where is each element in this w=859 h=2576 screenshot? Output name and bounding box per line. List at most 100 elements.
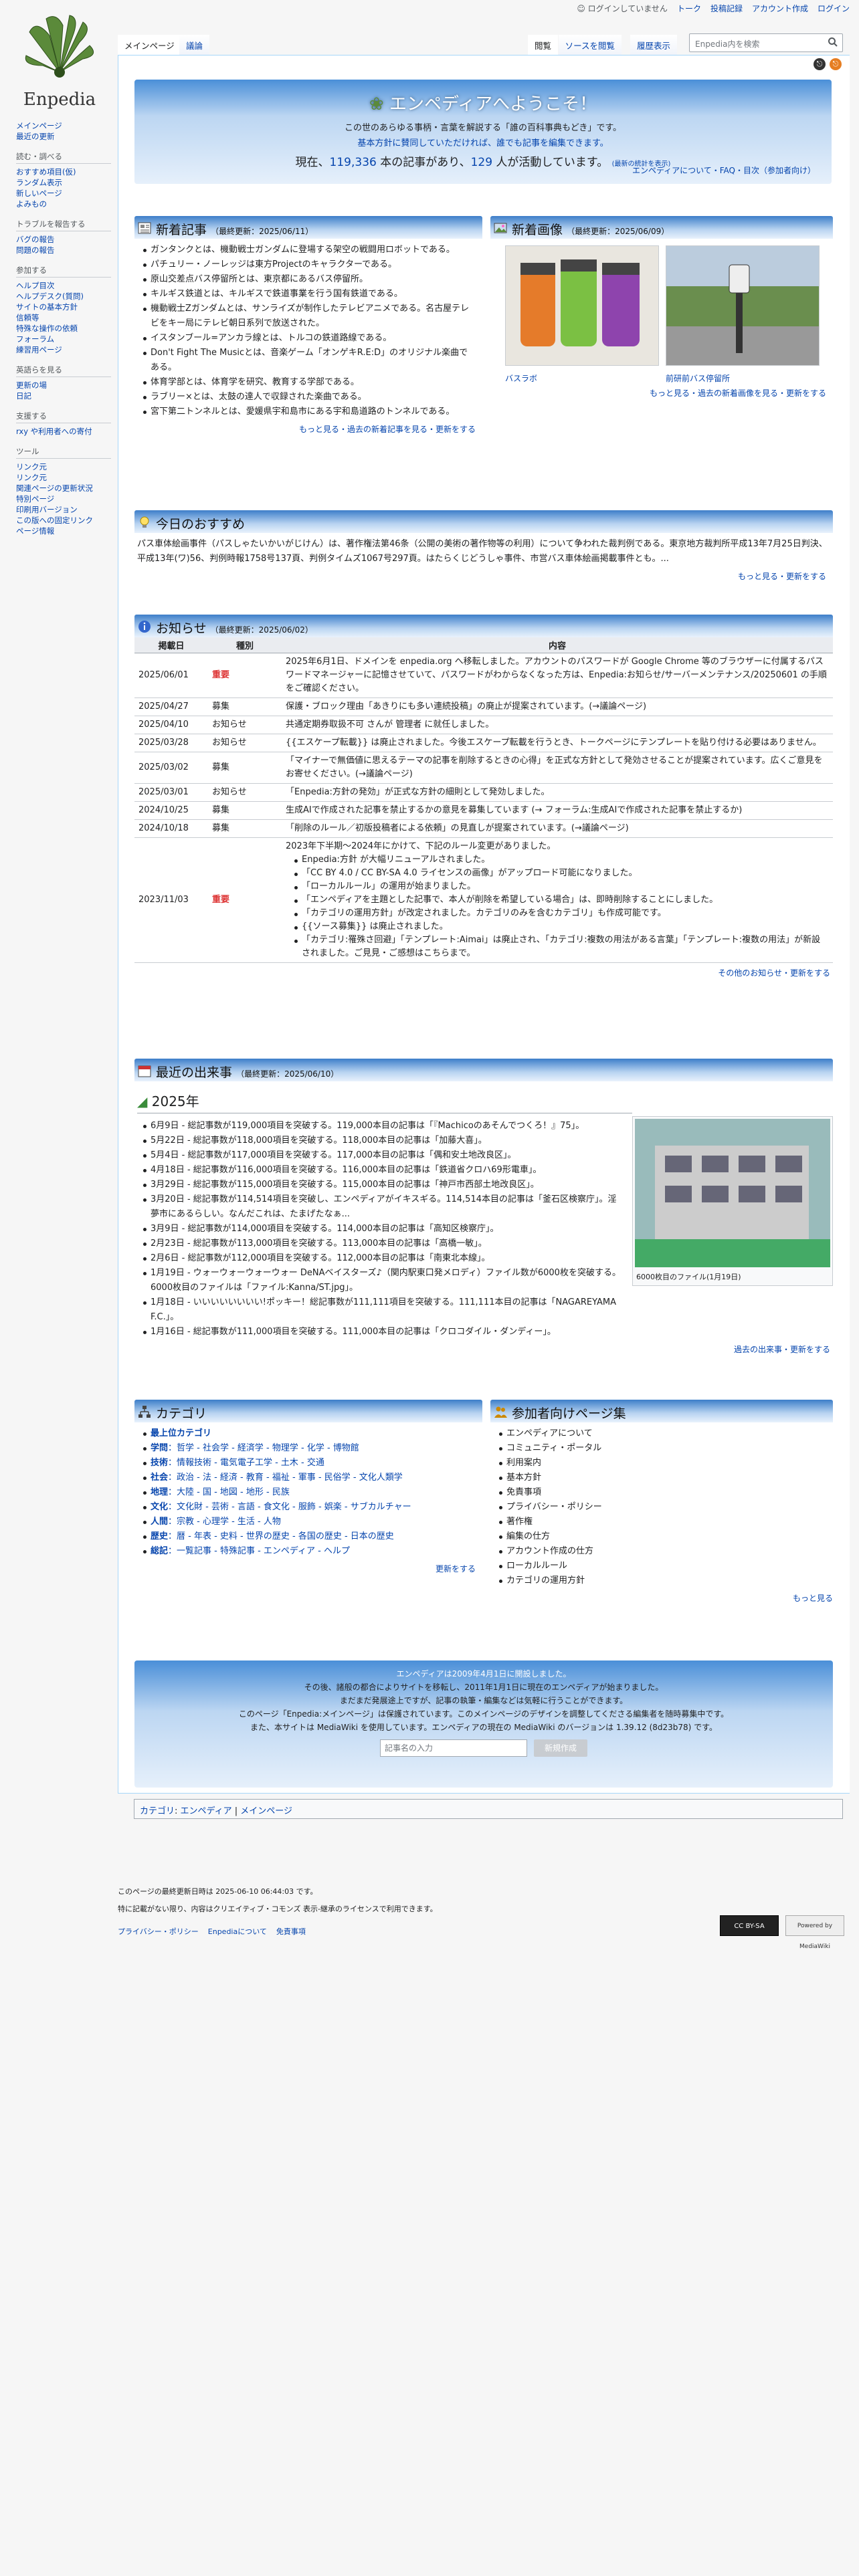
tab-read[interactable]: 閲覧 (527, 35, 558, 55)
sidebar-item[interactable]: ヘルプ目次 (16, 280, 118, 291)
sidebar-item[interactable]: 問題の報告 (16, 245, 118, 255)
new-image-2[interactable] (666, 245, 820, 366)
sidebar-item-recent[interactable]: 最近の更新 (16, 131, 118, 142)
sidebar-item[interactable]: バグの報告 (16, 234, 118, 245)
tab-main-page[interactable]: メインページ (118, 35, 181, 55)
new-article-item[interactable]: イスタンブール=アンカラ線とは、トルコの鉄道路線である。 (141, 331, 476, 346)
sidebar-item[interactable]: ヘルプデスク(質問) (16, 291, 118, 302)
notice-subitem[interactable]: {{ソース募集}} は廃止されました。 (292, 920, 829, 934)
event-item[interactable]: 1月19日 - ウォーウォーウォーウォー DeNAベイスターズ♪（関内駅東口発メ… (141, 1266, 623, 1295)
catlink-1[interactable]: エンペディア (181, 1806, 232, 1816)
category-head[interactable]: 総記 (151, 1546, 168, 1556)
new-article-item[interactable]: 機動戦士Zガンダムとは、サンライズが制作したテレビアニメである。名古屋テレビをキ… (141, 302, 476, 331)
contributions-link[interactable]: 投稿記録 (710, 3, 743, 14)
new-articles-more[interactable]: もっと見る・過去の新着記事を見る・更新をする (134, 423, 482, 435)
category-subs[interactable]: ：情報技術 - 電気電子工学 - 土木 - 交通 (168, 1458, 324, 1468)
notice-subitem[interactable]: 「カテゴリ:罹殊さ回避」「テンプレート:Aimai」は廃止され、「カテゴリ:複数… (292, 934, 829, 960)
talk-link[interactable]: トーク (677, 3, 701, 14)
sidebar-item[interactable]: 練習用ページ (16, 344, 118, 355)
category-subs[interactable]: ：政治 - 法 - 経済 - 教育 - 福祉 - 軍事 - 民俗学 - 文化人類… (168, 1473, 403, 1483)
active-count[interactable]: 129 (471, 156, 492, 169)
category-head[interactable]: 技術 (151, 1458, 168, 1468)
event-item[interactable]: 2月23日 - 総記事数が113,000項目を突破する。113,000本目の記事… (141, 1237, 623, 1251)
welcome-links[interactable]: エンペディアについて・FAQ・目次（参加者向け） (632, 165, 816, 176)
sidebar-item-main[interactable]: メインページ (16, 120, 118, 131)
cc-license-badge[interactable]: CC BY-SA (720, 1915, 779, 1936)
sidebar-item[interactable]: フォーラム (16, 334, 118, 344)
new-article-item[interactable]: 原山交差点バス停留所とは、東京都にあるバス停留所。 (141, 272, 476, 287)
event-item[interactable]: 3月29日 - 総記事数が115,000項目を突破する。115,000本目の記事… (141, 1178, 623, 1192)
participant-page-item[interactable]: 利用案内 (497, 1456, 826, 1471)
event-item[interactable]: 3月20日 - 総記事数が114,514項目を突破し、エンペディアがイキスギる。… (141, 1192, 623, 1222)
sidebar-item[interactable]: 関連ページの更新状況 (16, 483, 118, 494)
new-article-item[interactable]: キルギス鉄道とは、キルギスで鉄道事業を行う国有鉄道である。 (141, 287, 476, 302)
sidebar-item[interactable]: 特殊な操作の依頼 (16, 323, 118, 334)
event-item[interactable]: 5月4日 - 総記事数が117,000項目を突破する。117,000本目の記事は… (141, 1148, 623, 1163)
new-article-item[interactable]: ラブリー×とは、太鼓の達人で収録された楽曲である。 (141, 390, 476, 405)
participant-page-item[interactable]: エンペディアについて (497, 1426, 826, 1441)
category-subs[interactable]: ：哲学 - 社会学 - 経済学 - 物理学 - 化学 - 博物館 (168, 1443, 359, 1453)
participant-page-item[interactable]: カテゴリの運用方針 (497, 1574, 826, 1588)
sidebar-item[interactable]: ページ情報 (16, 526, 118, 536)
sidebar-item[interactable]: よみもの (16, 199, 118, 209)
sidebar-item[interactable]: リンク元 (16, 461, 118, 472)
article-count[interactable]: 119,336 (330, 156, 377, 169)
catlinks-label[interactable]: カテゴリ (140, 1806, 175, 1816)
sidebar-item[interactable]: 印刷用バージョン (16, 504, 118, 515)
category-subs[interactable]: ：一覧記事 - 特殊記事 - エンペディア - ヘルプ (168, 1546, 350, 1556)
sidebar-item[interactable]: 特別ページ (16, 494, 118, 504)
participant-page-item[interactable]: アカウント作成の仕方 (497, 1544, 826, 1559)
catlink-2[interactable]: メインページ (240, 1806, 292, 1816)
sidebar-item[interactable]: おすすめ項目(仮) (16, 167, 118, 177)
new-images-more[interactable]: もっと見る・過去の新着画像を見る・更新をする (490, 387, 833, 399)
category-head[interactable]: 最上位カテゴリ (151, 1428, 211, 1438)
notice-subitem[interactable]: Enpedia:方針 が大幅リニューアルされました。 (292, 853, 829, 867)
login-link[interactable]: ログイン (818, 3, 850, 14)
footer-about[interactable]: Enpediaについて (208, 1926, 267, 1937)
category-subs[interactable]: ：暦 - 年表 - 史料 - 世界の歴史 - 各国の歴史 - 日本の歴史 (168, 1531, 394, 1541)
event-item[interactable]: 3月9日 - 総記事数が114,000項目を突破する。114,000本目の記事は… (141, 1222, 623, 1237)
search-input[interactable]: Enpedia内を検索 (689, 33, 843, 52)
participant-page-item[interactable]: プライバシー・ポリシー (497, 1500, 826, 1515)
sidebar-item[interactable]: この版への固定リンク (16, 515, 118, 526)
category-subs[interactable]: ：大陸 - 国 - 地図 - 地形 - 民族 (168, 1487, 290, 1497)
events-more[interactable]: 過去の出来事・更新をする (134, 1344, 833, 1355)
sidebar-item[interactable]: 新しいページ (16, 188, 118, 199)
new-article-item[interactable]: Don't Fight The Musicとは、音楽ゲーム「オンゲキR.E:D」… (141, 346, 476, 375)
event-item[interactable]: 6月9日 - 総記事数が119,000項目を突破する。119,000本目の記事は… (141, 1119, 623, 1134)
new-article-item[interactable]: 宮下第二トンネルとは、愛媛県宇和島市にある宇和島道路のトンネルである。 (141, 405, 476, 419)
tab-view-source[interactable]: ソースを閲覧 (558, 35, 622, 55)
notices-more[interactable]: その他のお知らせ・更新をする (134, 967, 833, 978)
category-head[interactable]: 地理 (151, 1487, 168, 1497)
event-item[interactable]: 5月22日 - 総記事数が118,000項目を突破する。118,000本目の記事… (141, 1134, 623, 1148)
protected-icon[interactable]: ⎋ (814, 58, 826, 70)
new-image-1[interactable] (505, 245, 659, 366)
image-caption-2[interactable]: 前研前バス停留所 (666, 372, 730, 384)
footer-privacy[interactable]: プライバシー・ポリシー (118, 1926, 199, 1937)
sidebar-item[interactable]: ランダム表示 (16, 177, 118, 188)
category-head[interactable]: 人間 (151, 1517, 168, 1527)
new-article-item[interactable]: パチュリー・ノーレッジは東方Projectのキャラクターである。 (141, 257, 476, 272)
tab-history[interactable]: 履歴表示 (630, 35, 677, 55)
events-image-thumb[interactable]: 6000枚目のファイル(1月19日) (632, 1116, 833, 1286)
category-head[interactable]: 歴史 (151, 1531, 168, 1541)
categories-more[interactable]: 更新をする (134, 1563, 482, 1574)
sidebar-item[interactable]: 更新の場 (16, 380, 118, 391)
mediawiki-badge[interactable]: Powered by MediaWiki (785, 1915, 844, 1950)
event-item[interactable]: 1月16日 - 総記事数が111,000項目を突破する。111,000本目の記事… (141, 1325, 623, 1339)
search-icon[interactable] (828, 37, 838, 47)
participants-more[interactable]: もっと見る (490, 1592, 833, 1604)
new-article-item[interactable]: 体育学部とは、体育学を研究、教育する学部である。 (141, 375, 476, 390)
category-head[interactable]: 文化 (151, 1502, 168, 1512)
participant-page-item[interactable]: ローカルルール (497, 1559, 826, 1574)
sidebar-item[interactable]: サイトの基本方針 (16, 302, 118, 312)
participant-page-item[interactable]: 基本方針 (497, 1471, 826, 1485)
tab-discussion[interactable]: 議論 (179, 35, 210, 55)
participant-page-item[interactable]: コミュニティ・ポータル (497, 1441, 826, 1456)
sidebar-item[interactable]: 信頼等 (16, 312, 118, 323)
participant-page-item[interactable]: 編集の仕方 (497, 1529, 826, 1544)
category-subs[interactable]: ：文化財 - 芸術 - 言語 - 食文化 - 服飾 - 娯楽 - サブカルチャー (168, 1502, 411, 1512)
sidebar-item[interactable]: 日記 (16, 391, 118, 401)
recommend-more[interactable]: もっと見る・更新をする (134, 570, 833, 582)
notice-subitem[interactable]: 「エンペディアを主題とした記事で、本人が削除を希望している場合」は、即時削除する… (292, 893, 829, 907)
